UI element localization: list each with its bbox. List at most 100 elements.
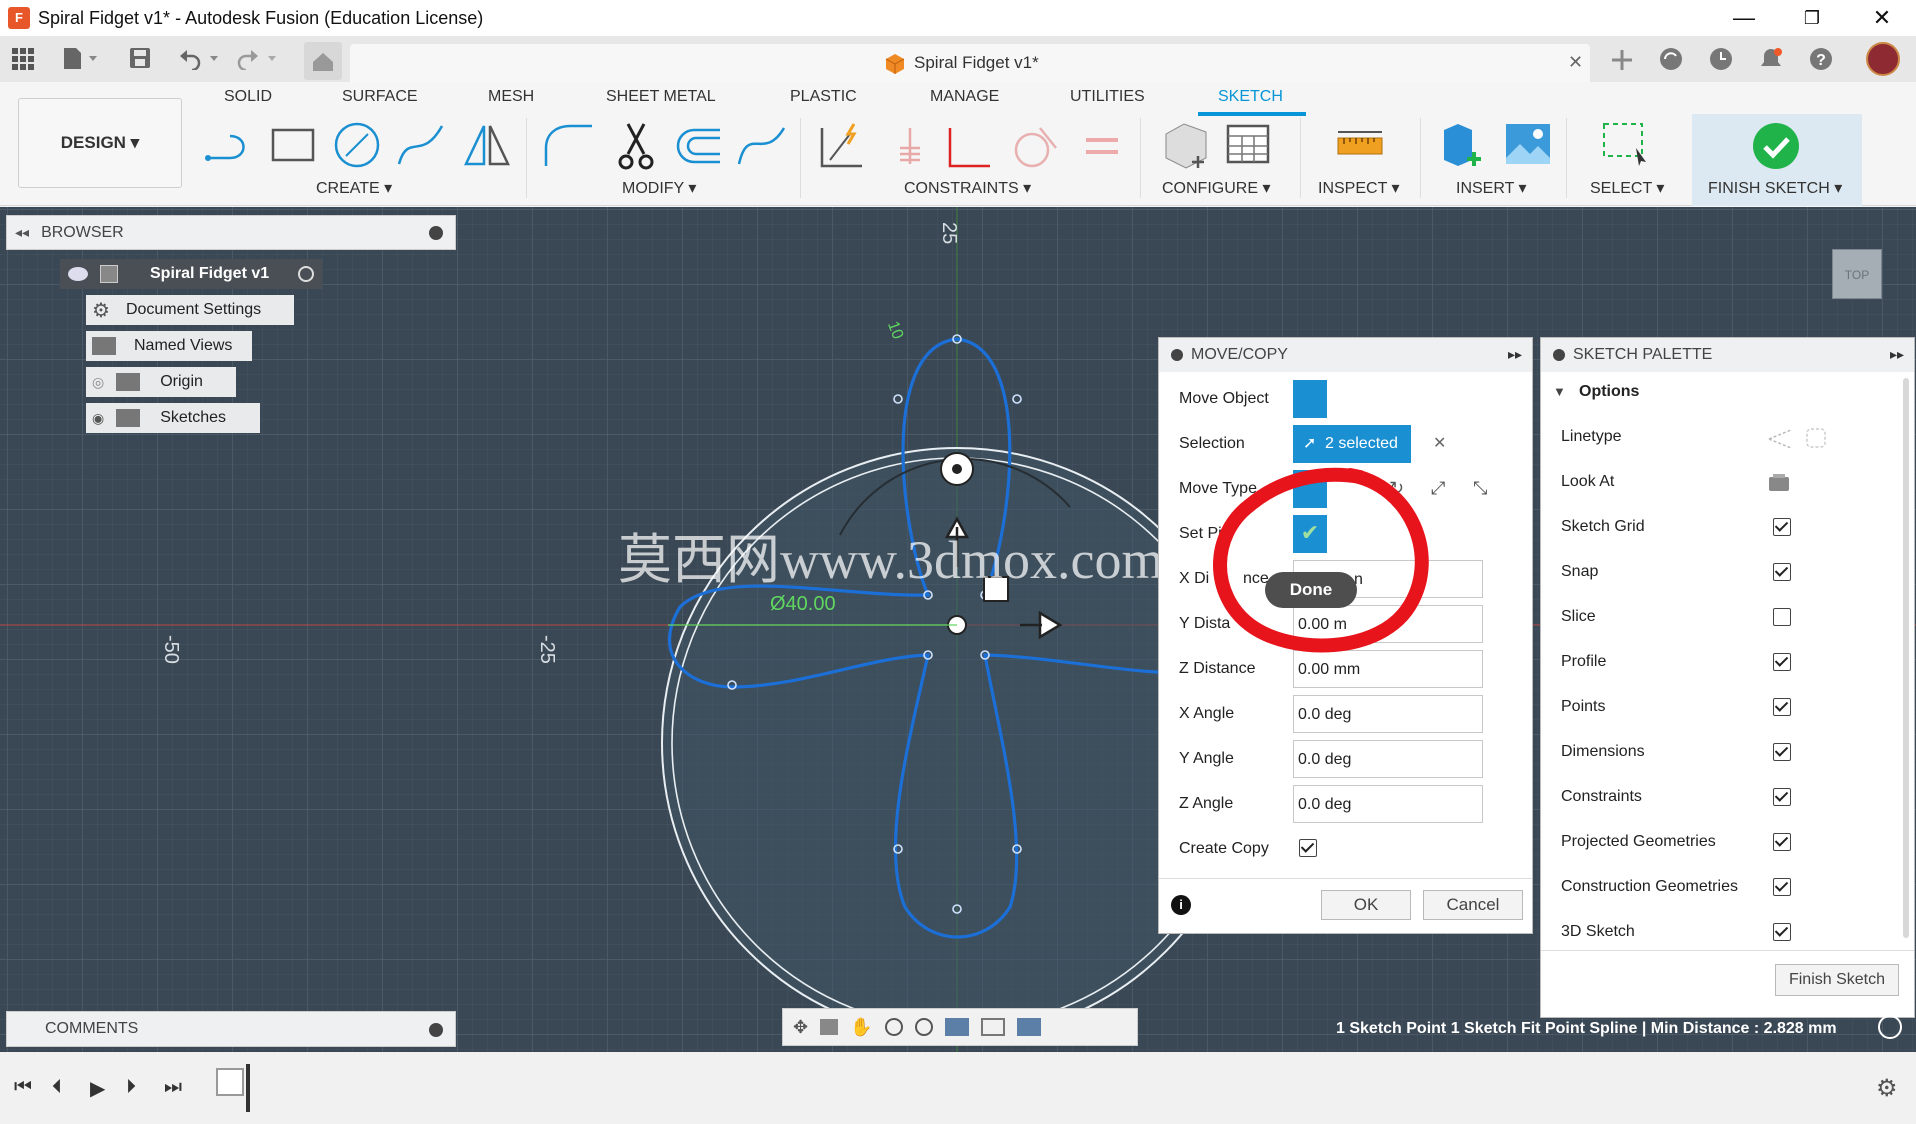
tab-manage[interactable]: MANAGE xyxy=(930,88,999,106)
coincident-constraint-icon[interactable] xyxy=(890,124,930,168)
activate-radio-icon[interactable] xyxy=(298,266,314,282)
app-grid-icon[interactable] xyxy=(12,48,34,70)
fillet-tool-icon[interactable] xyxy=(542,122,594,170)
palette-option-checkbox[interactable] xyxy=(1773,788,1791,806)
timeline-settings-gear-icon[interactable]: ⚙ xyxy=(1876,1074,1898,1103)
select-tool-icon[interactable] xyxy=(1600,120,1650,170)
insert-group-label[interactable]: INSERT ▾ xyxy=(1456,178,1527,198)
tab-sheet-metal[interactable]: SHEET METAL xyxy=(606,88,716,106)
tab-solid[interactable]: SOLID xyxy=(224,88,272,106)
minimize-button[interactable]: — xyxy=(1714,0,1774,36)
sync-icon[interactable] xyxy=(1658,46,1684,72)
change-parameters-icon[interactable] xyxy=(1160,120,1212,170)
display-settings-icon[interactable] xyxy=(944,1018,969,1036)
zoom-window-icon[interactable] xyxy=(914,1018,933,1036)
timeline-marker[interactable] xyxy=(246,1064,250,1112)
home-tab-button[interactable] xyxy=(304,42,342,80)
info-icon[interactable]: i xyxy=(1171,895,1191,915)
eye-icon[interactable]: ◉ xyxy=(92,410,104,427)
trim-scissors-icon[interactable] xyxy=(612,120,660,172)
expand-palette-icon[interactable]: ▸▸ xyxy=(1890,346,1904,363)
browser-panel-header[interactable]: ◂◂ BROWSER xyxy=(6,215,456,250)
move-copy-header[interactable]: MOVE/COPY ▸▸ xyxy=(1159,338,1532,372)
spline-tool-icon[interactable] xyxy=(396,122,446,168)
sketch-dimension-icon[interactable] xyxy=(816,120,870,170)
create-group-label[interactable]: CREATE ▾ xyxy=(316,178,392,198)
insert-canvas-image-icon[interactable] xyxy=(1504,122,1552,168)
collapse-triangle-icon[interactable]: ▼ xyxy=(1553,384,1566,399)
collapse-browser-icon[interactable]: ◂◂ xyxy=(15,224,29,241)
eye-icon[interactable] xyxy=(68,267,88,281)
save-icon[interactable] xyxy=(128,46,152,70)
play-icon[interactable]: ▶ xyxy=(90,1076,105,1101)
configurations-table-icon[interactable] xyxy=(1224,120,1276,170)
tab-mesh[interactable]: MESH xyxy=(488,88,534,106)
orbit-icon[interactable]: ✥ xyxy=(793,1017,808,1038)
palette-option-checkbox[interactable] xyxy=(1773,833,1791,851)
document-tab[interactable]: Spiral Fidget v1* ✕ xyxy=(350,44,1590,82)
centerline-linetype-icon[interactable] xyxy=(1805,427,1827,449)
ok-button[interactable]: OK xyxy=(1321,890,1411,920)
browser-item-origin[interactable]: ◎ Origin xyxy=(86,367,236,397)
palette-scrollbar[interactable] xyxy=(1903,378,1909,938)
expand-dialog-icon[interactable]: ▸▸ xyxy=(1508,346,1522,363)
document-tab-close-icon[interactable]: ✕ xyxy=(1568,52,1583,73)
line-tool-icon[interactable] xyxy=(204,124,256,168)
tab-surface[interactable]: SURFACE xyxy=(342,88,418,106)
job-status-clock-icon[interactable] xyxy=(1708,46,1734,72)
look-at-nav-icon[interactable] xyxy=(820,1019,839,1035)
spline-curve-icon[interactable] xyxy=(736,122,788,168)
finish-sketch-button[interactable]: FINISH SKETCH ▾ xyxy=(1692,114,1862,206)
palette-option-checkbox[interactable] xyxy=(1773,878,1791,896)
workspace-design-dropdown[interactable]: DESIGN ▾ xyxy=(18,98,182,188)
file-icon[interactable] xyxy=(62,46,98,70)
maximize-button[interactable]: ❐ xyxy=(1782,0,1842,36)
y-angle-input[interactable]: 0.0 deg xyxy=(1293,740,1483,778)
equal-constraint-icon[interactable] xyxy=(1082,130,1122,164)
palette-option-checkbox[interactable] xyxy=(1773,608,1791,626)
x-angle-input[interactable]: 0.0 deg xyxy=(1293,695,1483,733)
viewports-icon[interactable] xyxy=(1016,1018,1041,1036)
mirror-tool-icon[interactable] xyxy=(462,122,512,168)
user-avatar[interactable] xyxy=(1866,42,1900,76)
browser-root-item[interactable]: Spiral Fidget v1 xyxy=(60,259,322,289)
offset-tool-icon[interactable] xyxy=(672,124,724,168)
palette-option-checkbox[interactable] xyxy=(1773,743,1791,761)
go-to-start-icon[interactable]: ⏮ xyxy=(14,1076,32,1099)
modify-group-label[interactable]: MODIFY ▾ xyxy=(622,178,696,198)
diameter-dimension[interactable]: Ø40.00 xyxy=(770,593,836,616)
options-section-header[interactable]: ▼ Options xyxy=(1541,374,1896,410)
z-angle-input[interactable]: 0.0 deg xyxy=(1293,785,1483,823)
browser-item-named-views[interactable]: Named Views xyxy=(86,331,252,361)
perpendicular-constraint-icon[interactable] xyxy=(944,124,994,170)
circle-tool-icon[interactable] xyxy=(332,120,382,170)
help-icon[interactable]: ? xyxy=(1808,46,1834,72)
redo-icon[interactable] xyxy=(236,46,278,70)
step-back-icon[interactable]: ⏴ xyxy=(52,1076,62,1099)
grid-snaps-icon[interactable] xyxy=(980,1018,1005,1036)
look-at-icon[interactable] xyxy=(1767,473,1791,493)
tab-plastic[interactable]: PLASTIC xyxy=(790,88,857,106)
tab-sketch[interactable]: SKETCH xyxy=(1218,88,1283,106)
tangent-constraint-icon[interactable] xyxy=(1010,124,1060,170)
measure-ruler-icon[interactable] xyxy=(1336,128,1386,164)
configure-group-label[interactable]: CONFIGURE ▾ xyxy=(1162,178,1270,198)
create-copy-checkbox[interactable] xyxy=(1299,839,1317,857)
step-forward-icon[interactable]: ⏵ xyxy=(126,1076,136,1099)
finish-sketch-palette-button[interactable]: Finish Sketch xyxy=(1775,964,1899,996)
cancel-button[interactable]: Cancel xyxy=(1423,890,1523,920)
zoom-icon[interactable] xyxy=(884,1018,903,1036)
rectangle-tool-icon[interactable] xyxy=(270,126,318,166)
new-tab-plus-icon[interactable] xyxy=(1608,46,1636,74)
go-to-end-icon[interactable]: ⏭ xyxy=(164,1076,182,1099)
sketch-palette-header[interactable]: SKETCH PALETTE ▸▸ xyxy=(1541,338,1914,372)
constraints-group-label[interactable]: CONSTRAINTS ▾ xyxy=(904,178,1031,198)
undo-icon[interactable] xyxy=(178,46,220,70)
browser-item-sketches[interactable]: ◉ Sketches xyxy=(86,403,260,433)
select-group-label[interactable]: SELECT ▾ xyxy=(1590,178,1664,198)
point-to-position-icon[interactable]: ⤡ xyxy=(1473,478,1487,499)
palette-option-checkbox[interactable] xyxy=(1773,563,1791,581)
browser-pin-icon[interactable] xyxy=(429,226,443,240)
insert-component-icon[interactable] xyxy=(1440,120,1490,170)
status-info-icon[interactable] xyxy=(1878,1015,1902,1039)
